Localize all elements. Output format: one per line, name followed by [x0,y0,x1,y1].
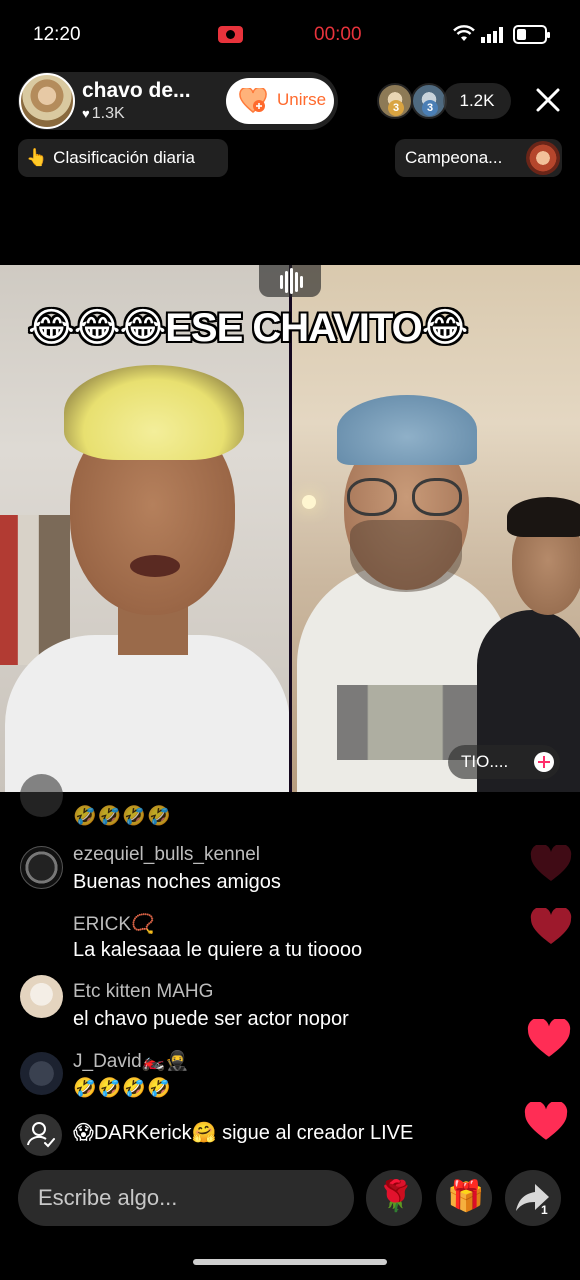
chat-message: ERICK📿 La kalesaaa le quiere a tu tioooo [20,912,500,968]
follow-text: 😱DARKerick🤗 sigue al creador LIVE [73,1120,413,1145]
viewer-count[interactable]: 1.2K [443,83,511,119]
status-time: 12:20 [33,24,81,45]
join-button[interactable]: Unirse [226,78,334,124]
host-body [5,635,290,792]
floating-heart-icon [524,1102,568,1140]
daily-ranking-label: Clasificación diaria [53,148,195,167]
chat-text: el chavo puede ser actor nopor [73,1008,349,1030]
chat-username[interactable]: Etc kitten MAHG [73,981,213,1003]
ceiling-light [302,495,316,509]
status-bar: 12:20 00:00 [0,0,580,70]
user-avatar[interactable] [20,1052,63,1095]
chat-text: Buenas noches amigos [73,871,281,893]
chat-message: Etc kitten MAHG el chavo puede ser actor… [20,975,500,1037]
chat-message: J_David🏍️🥷 🤣🤣🤣🤣 [20,1049,500,1105]
guest-cap [337,395,477,465]
floating-heart-icon [527,1019,571,1057]
signal-icon [481,27,503,43]
gift-button[interactable]: 🎁 [436,1170,492,1226]
follow-user[interactable]: 😱DARKerick🤗 [73,1122,217,1144]
live-chat[interactable]: 🤣🤣🤣🤣 ezequiel_bulls_kennel Buenas noches… [0,774,580,1162]
home-indicator[interactable] [193,1259,387,1265]
chat-username[interactable]: ezequiel_bulls_kennel [73,844,260,866]
host-name[interactable]: chavo de... [82,79,191,103]
wifi-icon [453,25,475,41]
add-follow-icon[interactable] [534,752,554,772]
campeona-label: Campeona... [405,148,503,167]
user-avatar[interactable] [20,846,63,889]
guest-glasses [347,478,397,516]
share-button[interactable]: 1 [505,1170,561,1226]
join-label: Unirse [277,90,327,109]
second-guest-hair [507,497,580,537]
floating-heart-icon [530,908,572,944]
live-video[interactable]: 😂😂😂ESE CHAVITO😂 TIO.... [0,265,580,792]
chat-message: 🤣🤣🤣🤣 [20,774,500,828]
stream-overlay-title: 😂😂😂ESE CHAVITO😂 [28,306,468,350]
guest-glasses [412,478,462,516]
comment-box[interactable] [18,1170,354,1226]
gift-icon: 🎁 [447,1180,485,1213]
screen-record-icon [218,26,243,43]
chat-text: 🤣🤣🤣🤣 [73,806,172,827]
follow-notice: 😱DARKerick🤗 sigue al creador LIVE [20,1114,460,1156]
follow-action: sigue al creador LIVE [216,1122,414,1144]
user-avatar[interactable] [20,774,63,817]
daily-ranking-chip[interactable]: 👆 Clasificación diaria [18,139,228,177]
host-mouth [130,555,180,577]
host-likes-count: 1.3K [91,105,125,122]
sound-bars-icon [280,268,303,294]
share-count: 1 [541,1203,548,1217]
chat-message: ezequiel_bulls_kennel Buenas noches amig… [20,844,500,900]
guest-beard [350,520,462,592]
comment-input[interactable] [38,1170,338,1226]
guest-name-tag[interactable]: TIO.... [448,745,560,779]
viewer-rank-badge: 3 [422,100,438,116]
chat-username[interactable]: ERICK📿 [73,912,155,936]
host-avatar[interactable] [19,73,75,129]
campeona-badge-icon [526,141,560,175]
floating-heart-icon [530,845,572,881]
pointing-hand-icon: 👆 [26,148,48,167]
share-arrow-icon [516,1184,549,1211]
audio-wave-icon[interactable] [259,265,321,297]
person-follow-icon [20,1114,62,1156]
close-icon[interactable] [533,85,563,115]
heart-plus-icon [239,88,267,113]
chat-username[interactable]: J_David🏍️🥷 [73,1049,189,1073]
host-likes: ♥ 1.3K [82,105,125,123]
chat-text: La kalesaaa le quiere a tu tioooo [73,939,363,961]
campeona-chip[interactable]: Campeona... [395,139,562,177]
record-timer: 00:00 [314,24,362,45]
chat-text: 🤣🤣🤣🤣 [73,1078,172,1099]
user-check-icon [27,1122,55,1148]
heart-icon: ♥ [82,106,90,121]
guest-name: TIO.... [461,752,509,771]
host-hair [64,365,244,460]
viewer-rank-badge: 3 [388,100,404,116]
host-info[interactable]: chavo de... ♥ 1.3K Unirse [18,72,338,130]
rose-gift-button[interactable]: 🌹 [366,1170,422,1226]
user-avatar[interactable] [20,975,63,1018]
battery-icon [513,25,550,44]
rose-icon: 🌹 [377,1180,415,1213]
